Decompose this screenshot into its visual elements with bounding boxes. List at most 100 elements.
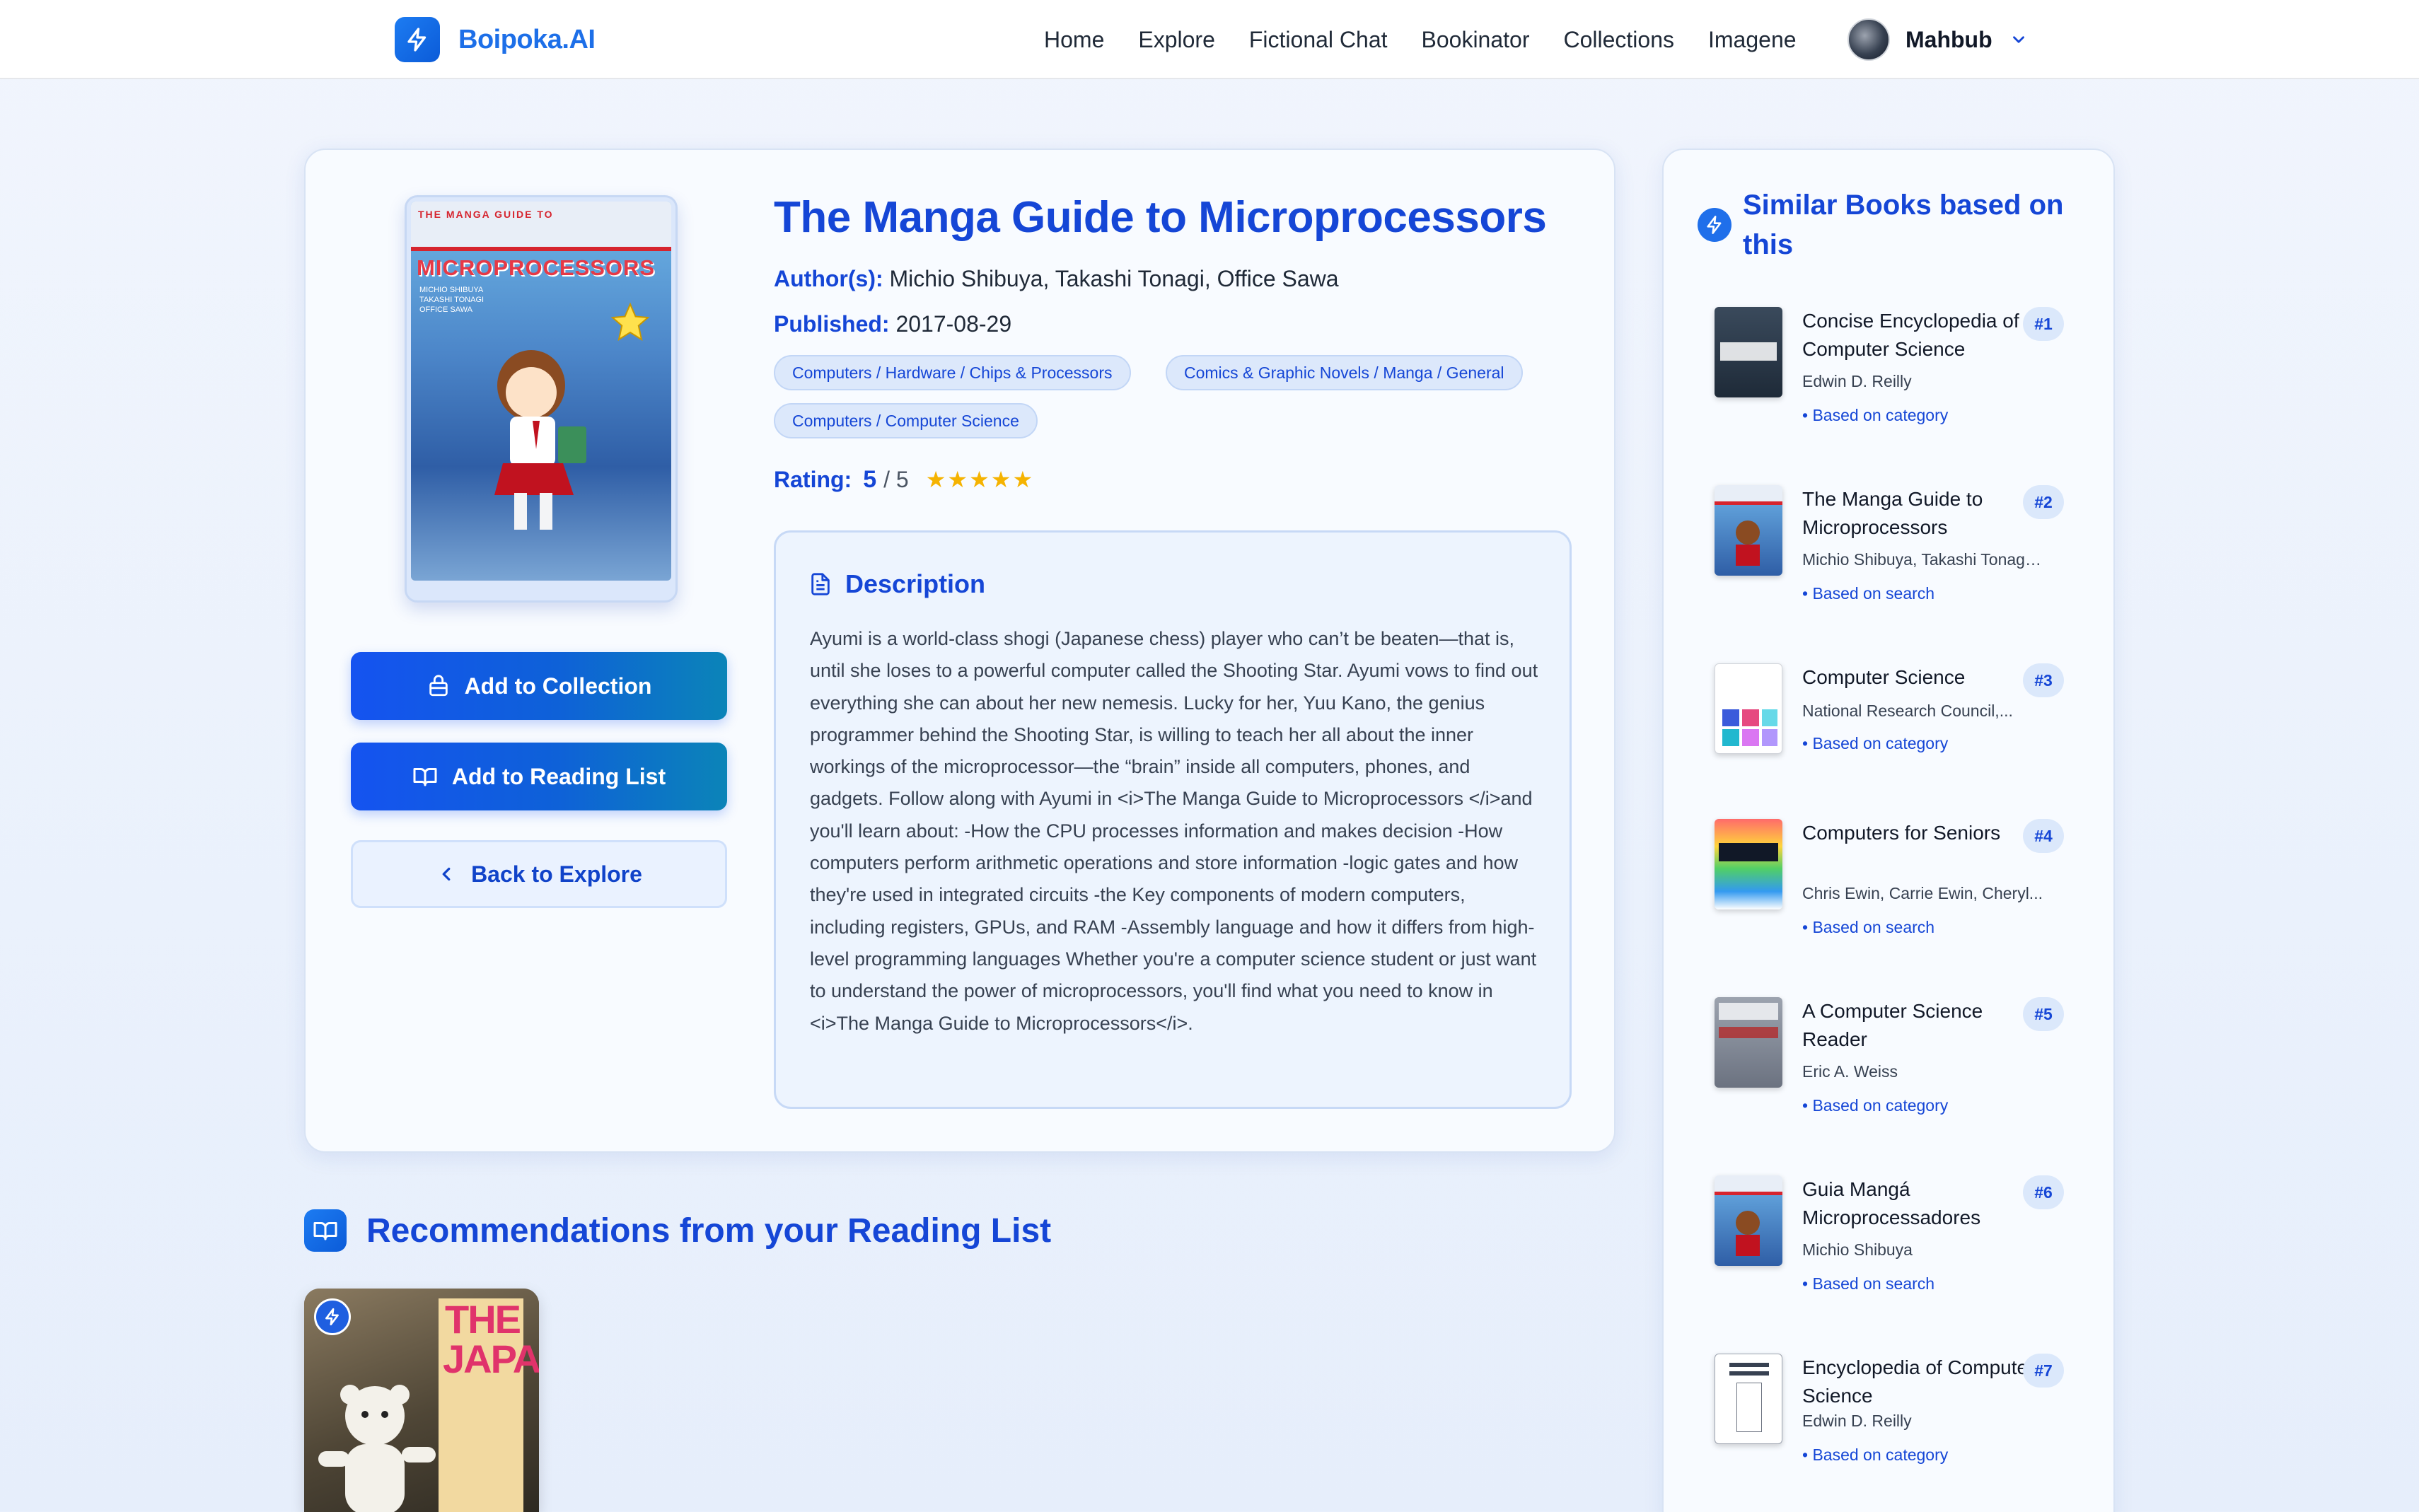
back-to-explore-label: Back to Explore [471, 861, 642, 887]
similar-book-cover [1715, 997, 1782, 1088]
similar-book-item[interactable]: Concise Encyclopedia of Computer Science… [1715, 307, 2082, 448]
similar-book-title: Encyclopedia of Computer Science [1802, 1356, 2035, 1407]
back-to-explore-button[interactable]: Back to Explore [351, 840, 727, 908]
similar-book-item[interactable]: Computer Science National Research Counc… [1715, 663, 2082, 805]
open-book-icon [413, 768, 437, 786]
published-value: 2017-08-29 [895, 311, 1012, 337]
rating-label: Rating: [774, 466, 852, 492]
similar-book-cover [1715, 663, 1782, 754]
similar-book-item[interactable]: Guia Mangá Microprocessadores Michio Shi… [1715, 1175, 2082, 1317]
similar-book-author: Eric A. Weiss [1802, 1062, 1898, 1081]
add-to-collection-button[interactable]: Add to Collection [351, 652, 727, 720]
book-detail-card: THE MANGA GUIDE TO MICROPROCESSORS MICHI… [304, 149, 1615, 1153]
nav-fictional-chat[interactable]: Fictional Chat [1249, 27, 1388, 53]
rank-badge: #4 [2023, 819, 2064, 853]
rank-badge: #2 [2023, 485, 2064, 519]
star-icon: ★ [990, 467, 1011, 492]
similar-book-cover [1715, 485, 1782, 576]
category-tag[interactable]: Computers / Hardware / Chips & Processor… [774, 355, 1131, 390]
chevron-down-icon [2012, 36, 2024, 43]
rating-stars: ★ ★ ★ ★ ★ [926, 466, 1034, 493]
similar-book-author: Michio Shibuya [1802, 1240, 1913, 1259]
book-published: Published: 2017-08-29 [774, 311, 1011, 337]
add-to-reading-list-button[interactable]: Add to Reading List [351, 743, 727, 810]
similar-book-cover [1715, 1354, 1782, 1444]
similar-book-item[interactable]: Computers for Seniors Chris Ewin, Carrie… [1715, 819, 2082, 960]
similar-book-title: Guia Mangá Microprocessadores [1802, 1178, 1981, 1228]
avatar [1847, 18, 1890, 61]
similar-book-reason: • Based on category [1802, 406, 1949, 424]
rank-badge: #5 [2023, 997, 2064, 1031]
similar-book-title: Computer Science [1802, 666, 1966, 688]
similar-book-cover [1715, 1175, 1782, 1266]
similar-book-title: The Manga Guide to Microprocessors [1802, 488, 1983, 538]
similar-book-title: Computers for Seniors [1802, 822, 2001, 844]
user-name: Mahbub [1905, 26, 1992, 52]
similar-book-reason: • Based on category [1802, 1446, 1949, 1464]
similar-book-reason: • Based on search [1802, 918, 1935, 936]
nav-bookinator[interactable]: Bookinator [1422, 27, 1530, 53]
similar-book-author: Michio Shibuya, Takashi Tonagi,... [1802, 550, 2043, 569]
category-tag[interactable]: Computers / Computer Science [774, 403, 1038, 438]
similar-book-title: A Computer Science Reader [1802, 1000, 1983, 1050]
category-tag[interactable]: Comics & Graphic Novels / Manga / Genera… [1166, 355, 1523, 390]
nav-collections[interactable]: Collections [1563, 27, 1674, 53]
star-icon: ★ [969, 467, 990, 492]
similar-book-reason: • Based on search [1802, 1274, 1935, 1293]
cover-series: THE MANGA GUIDE TO [418, 209, 554, 220]
nav-imagene[interactable]: Imagene [1708, 27, 1797, 53]
similar-book-author: National Research Council,... [1802, 702, 2013, 720]
book-cover-image: THE MANGA GUIDE TO MICROPROCESSORS MICHI… [411, 202, 671, 581]
published-label: Published: [774, 311, 890, 337]
rank-badge: #3 [2023, 663, 2064, 697]
similar-books-panel: Similar Books based on this Concise Ency… [1662, 149, 2115, 1512]
star-icon: ★ [1012, 467, 1033, 492]
recommendations-heading: Recommendations from your Reading List [366, 1211, 1052, 1250]
ai-badge-icon [314, 1298, 351, 1335]
similar-book-item[interactable]: A Computer Science Reader Eric A. Weiss … [1715, 997, 2082, 1139]
add-to-collection-label: Add to Collection [464, 673, 652, 699]
user-menu[interactable]: Mahbub [1847, 17, 2028, 62]
similar-book-cover [1715, 307, 1782, 397]
book-cover: THE MANGA GUIDE TO MICROPROCESSORS MICHI… [405, 195, 678, 603]
manga-character-illustration [494, 350, 586, 530]
bag-icon [429, 675, 448, 697]
description-text: Ayumi is a world-class shogi (Japanese c… [810, 628, 1538, 1034]
mascot-illustration [318, 1385, 436, 1512]
add-to-reading-list-label: Add to Reading List [451, 763, 666, 789]
recommendation-card[interactable]: THE JAPANESE [304, 1289, 539, 1512]
similar-book-reason: • Based on category [1802, 1096, 1949, 1115]
similar-books-header: Similar Books based on this [1698, 185, 2096, 264]
star-illustration [610, 302, 650, 342]
book-authors: Author(s): Michio Shibuya, Takashi Tonag… [774, 266, 1339, 292]
book-title: The Manga Guide to Microprocessors [774, 193, 1547, 242]
rating-value: 5 [863, 465, 877, 493]
book-rating: Rating: 5 / 5 ★ ★ ★ ★ ★ [774, 460, 1034, 499]
star-icon: ★ [947, 467, 968, 492]
nav-home[interactable]: Home [1044, 27, 1104, 53]
document-icon [811, 573, 830, 595]
similar-book-author: Edwin D. Reilly [1802, 372, 1912, 390]
brand-name: Boipoka.AI [458, 24, 596, 54]
nav-links: Home Explore Fictional Chat Bookinator C… [1044, 20, 1831, 59]
description-panel: Description Ayumi is a world-class shogi… [774, 530, 1572, 1109]
similar-book-item[interactable]: The Manga Guide to Microprocessors Michi… [1715, 485, 2082, 627]
recommendation-cover-text: THE JAPANESE [443, 1297, 539, 1381]
rating-max: / 5 [883, 466, 909, 492]
top-navbar: Boipoka.AI Home Explore Fictional Chat B… [0, 0, 2419, 79]
recommendations-header: Recommendations from your Reading List [304, 1208, 1051, 1253]
lightning-icon [395, 17, 440, 62]
nav-explore[interactable]: Explore [1138, 27, 1215, 53]
similar-book-item[interactable]: Encyclopedia of Computer Science Edwin D… [1715, 1354, 2082, 1495]
authors-value: Michio Shibuya, Takashi Tonagi, Office S… [889, 266, 1339, 291]
description-heading: Description [845, 569, 986, 598]
open-book-icon [304, 1209, 347, 1252]
rank-badge: #6 [2023, 1175, 2064, 1209]
similar-book-reason: • Based on search [1802, 584, 1935, 603]
chevron-left-icon [442, 867, 451, 881]
star-icon: ★ [925, 467, 946, 492]
similar-book-author: Chris Ewin, Carrie Ewin, Cheryl... [1802, 884, 2043, 902]
similar-book-author: Edwin D. Reilly [1802, 1412, 1912, 1430]
rank-badge: #1 [2023, 307, 2064, 341]
brand-logo[interactable]: Boipoka.AI [395, 17, 596, 62]
